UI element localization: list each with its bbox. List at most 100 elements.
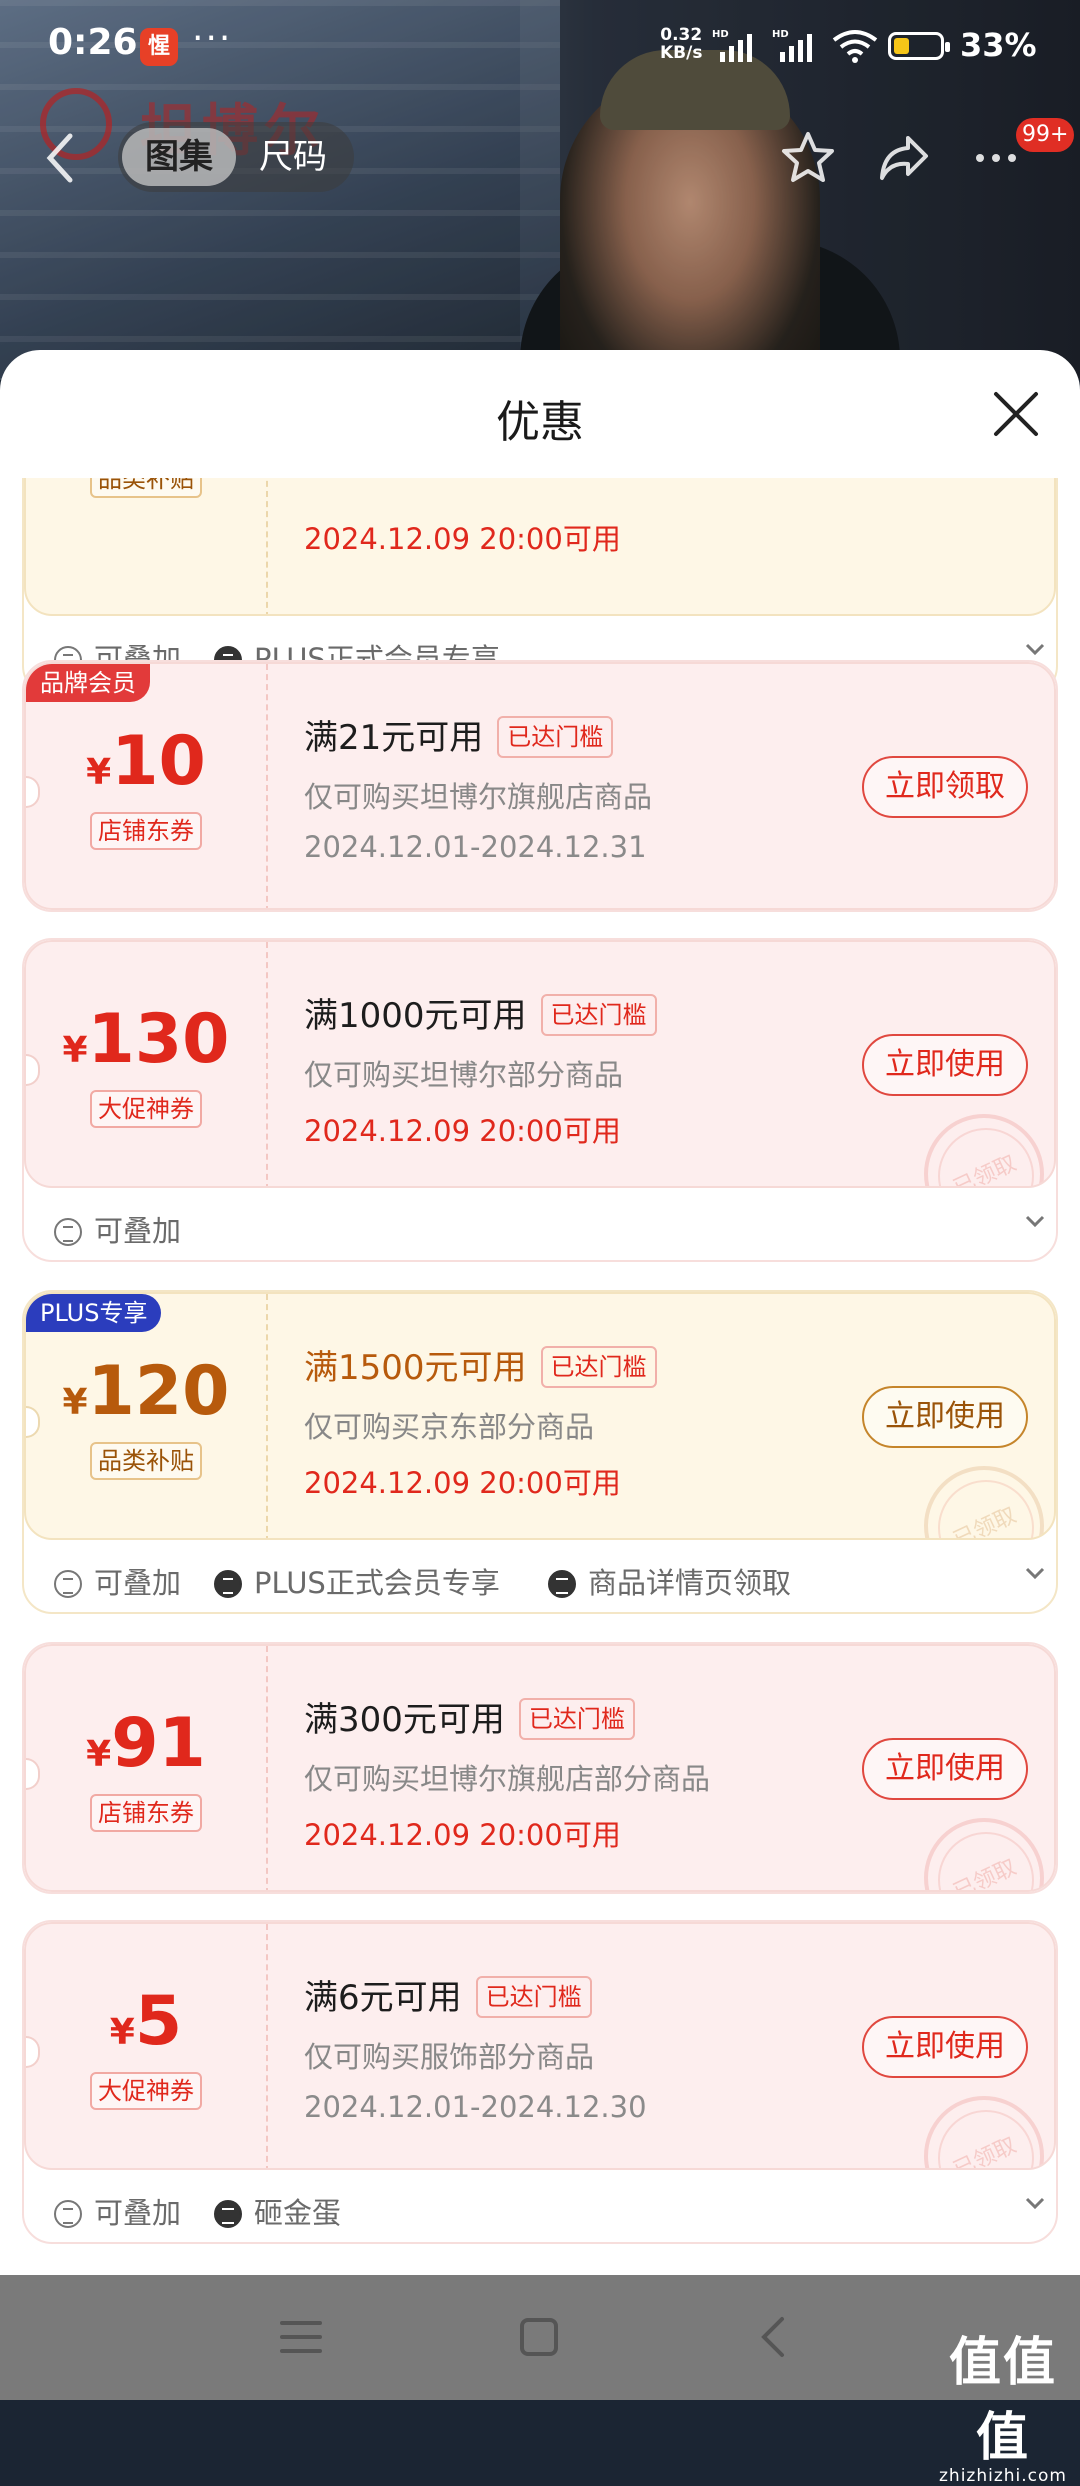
chevron-down-icon[interactable] [1024, 2192, 1046, 2214]
threshold-reached-badge: 已达门槛 [540, 1346, 657, 1388]
coupon-scope: 仅可购买京东部分商品 [304, 1410, 595, 1444]
use-coupon-button[interactable]: 立即使用 [862, 1034, 1028, 1096]
home-icon[interactable] [516, 2315, 562, 2359]
detail-page-claim-label: 商品详情页领取 [588, 1566, 792, 1600]
amount-value: 91 [111, 1704, 206, 1783]
coupon-divider [266, 478, 268, 614]
coupon-amount: ¥130 [26, 1000, 266, 1079]
chevron-down-icon[interactable] [1024, 1562, 1046, 1584]
stackable-tag: 可叠加 [54, 1208, 181, 1250]
coupon-body: ¥130 大促神券 满1000元可用 已达门槛 仅可购买坦博尔部分商品 2024.… [24, 940, 1056, 1188]
plus-exclusive-tag: PLUS专享 [26, 1294, 162, 1332]
message-count-badge: 99+ [1016, 118, 1075, 152]
coupon-type: 店铺东券 [26, 812, 266, 850]
ticket-icon [548, 1570, 576, 1598]
tab-gallery[interactable]: 图集 [122, 128, 236, 186]
coupon-card: ¥130 大促神券 满1000元可用 已达门槛 仅可购买坦博尔部分商品 2024.… [22, 938, 1058, 1262]
stackable-tag: 可叠加 [54, 2190, 181, 2232]
use-coupon-button[interactable]: 立即使用 [862, 1738, 1028, 1800]
condition-text: 满6元可用 [304, 1978, 462, 2018]
claim-coupon-button[interactable]: 立即领取 [862, 756, 1028, 818]
menu-icon[interactable] [278, 2315, 324, 2359]
coupon-type-label: 大促神券 [90, 2072, 202, 2110]
coupon-condition: 满1000元可用 已达门槛 [304, 988, 657, 1037]
coupon-footer[interactable]: 可叠加 PLUS正式会员专享 商品详情页领取 [24, 1540, 1056, 1612]
coupon-type: 大促神券 [26, 1090, 266, 1128]
stackable-icon [54, 1570, 82, 1598]
coupon-amount: ¥91 [26, 1704, 266, 1783]
golden-egg-label: 砸金蛋 [254, 2196, 342, 2230]
back-icon[interactable] [752, 2315, 798, 2359]
tab-size[interactable]: 尺码 [236, 128, 350, 186]
condition-text: 满300元可用 [304, 1700, 505, 1740]
watermark-sub: zhizhizhi.com [939, 2466, 1067, 2486]
coupon-divider [266, 1294, 268, 1538]
site-watermark: 值值值 zhizhizhi.com [926, 2320, 1080, 2486]
use-coupon-button[interactable]: 立即使用 [862, 2016, 1028, 2078]
hd1-label: HD [712, 29, 729, 40]
threshold-reached-badge: 已达门槛 [475, 1976, 592, 2018]
ticket-icon [214, 2200, 242, 2228]
condition-text: 满1000元可用 [304, 996, 527, 1036]
battery-percent: 33% [960, 26, 1037, 64]
coupon-type: 大促神券 [26, 2072, 266, 2110]
coupon-scope: 仅可购买坦博尔部分商品 [304, 1058, 624, 1092]
battery-icon [888, 32, 950, 60]
coupon-type: 品类补贴 [26, 1442, 266, 1480]
currency-symbol: ¥ [86, 1734, 112, 1775]
coupon-valid-time: 2024.12.09 20:00可用 [304, 1114, 621, 1148]
coupon-divider [266, 1924, 268, 2168]
status-bar: 0:26 惺 ··· 0.32 KB/s HD HD 33% [0, 0, 1080, 90]
coupon-type-label: 店铺东券 [90, 1794, 202, 1832]
coupon-footer[interactable]: 可叠加 砸金蛋 [24, 2170, 1056, 2242]
favorite-star-icon[interactable] [778, 128, 838, 188]
currency-symbol: ¥ [62, 1030, 88, 1071]
coupon-card: PLUS专享 ¥120 品类补贴 满1500元可用 已达门槛 仅可购买京东部分商品… [22, 1290, 1058, 1614]
app-notification-icon: 惺 [140, 28, 178, 66]
coupon-scope: 仅可购买坦博尔旗舰店部分商品 [304, 1762, 711, 1796]
coupon-footer[interactable]: 可叠加 [24, 1188, 1056, 1260]
coupon-valid-time: 2024.12.01-2024.12.31 [304, 830, 647, 864]
coupon-amount: ¥10 [26, 722, 266, 801]
claimed-stamp: 已领取 [924, 1114, 1044, 1188]
plus-member-tag: PLUS正式会员专享 [214, 1560, 500, 1602]
coupon-condition: 满1500元可用 已达门槛 [304, 1340, 657, 1389]
claimed-stamp: 已领取 [924, 2096, 1044, 2168]
brand-member-tag: 品牌会员 [26, 664, 150, 702]
chevron-down-icon[interactable] [1024, 1210, 1046, 1232]
coupon-type: 品类补贴 [26, 478, 266, 498]
coupon-body: ¥91 店铺东券 满300元可用 已达门槛 仅可购买坦博尔旗舰店部分商品 2024… [24, 1644, 1056, 1892]
claimed-stamp-text: 已领取 [949, 1150, 1021, 1188]
chevron-down-icon[interactable] [1024, 638, 1046, 660]
claimed-stamp: 已领取 [924, 1818, 1044, 1890]
coupon-type: 店铺东券 [26, 1794, 266, 1832]
coupon-condition: 满300元可用 已达门槛 [304, 1692, 635, 1741]
sheet-title: 优惠 [496, 397, 584, 448]
wifi-icon [832, 30, 878, 63]
coupon-card: 品牌会员 ¥10 店铺东券 满21元可用 已达门槛 仅可购买坦博尔旗舰店商品 20… [22, 660, 1058, 912]
threshold-reached-badge: 已达门槛 [518, 1698, 635, 1740]
coupon-type-label: 品类补贴 [90, 478, 202, 498]
currency-symbol: ¥ [86, 752, 112, 793]
system-nav-bar [0, 2275, 1080, 2400]
coupon-list[interactable]: 品类补贴 2024.12.09 20:00可用 可叠加 PLUS正式会员专享 品… [0, 478, 1080, 2275]
detail-page-claim-tag: 商品详情页领取 [548, 1560, 791, 1602]
share-icon[interactable] [874, 128, 934, 188]
coupon-type-label: 品类补贴 [90, 1442, 202, 1480]
coupon-card: ¥5 大促神券 满6元可用 已达门槛 仅可购买服饰部分商品 2024.12.01-… [22, 1920, 1058, 2244]
coupon-card: ¥91 店铺东券 满300元可用 已达门槛 仅可购买坦博尔旗舰店部分商品 2024… [22, 1642, 1058, 1894]
crown-icon [214, 1570, 242, 1598]
stackable-label: 可叠加 [94, 1214, 182, 1248]
use-coupon-button[interactable]: 立即使用 [862, 1386, 1028, 1448]
stackable-tag: 可叠加 [54, 1560, 181, 1602]
coupon-body: 品类补贴 2024.12.09 20:00可用 [24, 478, 1056, 616]
coupon-body: 品牌会员 ¥10 店铺东券 满21元可用 已达门槛 仅可购买坦博尔旗舰店商品 20… [24, 662, 1056, 910]
more-notifications-icon: ··· [192, 18, 233, 59]
close-icon[interactable] [990, 388, 1042, 440]
amount-value: 10 [111, 722, 206, 801]
coupon-body: ¥5 大促神券 满6元可用 已达门槛 仅可购买服饰部分商品 2024.12.01-… [24, 1922, 1056, 2170]
back-arrow-icon[interactable] [40, 128, 80, 188]
stackable-icon [54, 1218, 82, 1246]
network-speed: 0.32 KB/s [660, 26, 702, 62]
coupon-amount: ¥120 [26, 1352, 266, 1431]
